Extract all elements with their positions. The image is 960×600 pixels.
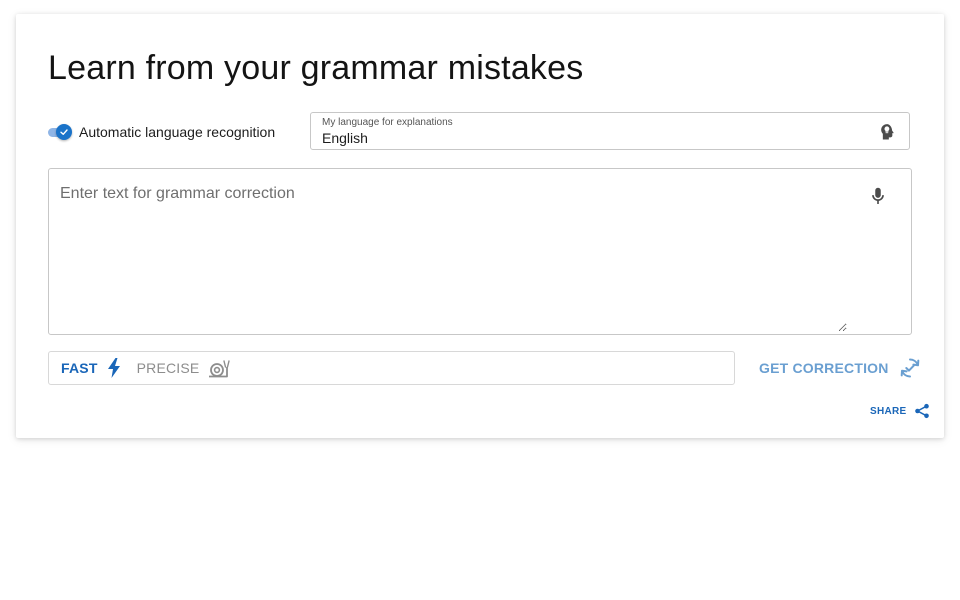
snail-icon <box>209 360 231 378</box>
toggle-switch[interactable] <box>48 124 72 140</box>
toggle-thumb <box>56 124 72 140</box>
share-icon <box>914 403 929 419</box>
toggle-label: Automatic language recognition <box>79 124 276 140</box>
share-label: SHARE <box>870 405 907 417</box>
grammar-text-box <box>48 168 912 335</box>
get-correction-label: GET CORRECTION <box>759 360 889 376</box>
fast-mode-label: FAST <box>61 360 98 376</box>
page-title: Learn from your grammar mistakes <box>48 49 584 87</box>
grammar-card: Learn from your grammar mistakes Automat… <box>16 14 944 438</box>
language-select-caption: My language for explanations <box>322 117 453 128</box>
microphone-icon[interactable] <box>867 185 889 207</box>
language-select-value: English <box>322 130 368 146</box>
head-lightbulb-icon <box>881 124 894 140</box>
correction-mode-bar: FAST PRECISE <box>48 351 735 385</box>
auto-language-toggle[interactable]: Automatic language recognition <box>48 120 275 144</box>
precise-mode-button[interactable]: PRECISE <box>133 352 243 384</box>
get-correction-button[interactable]: GET CORRECTION <box>759 354 922 382</box>
checkmark-icon <box>60 129 68 135</box>
lightning-icon <box>107 358 120 378</box>
explanation-language-select[interactable]: My language for explanations English <box>310 112 910 150</box>
fast-mode-button[interactable]: FAST <box>49 352 133 384</box>
sync-check-icon <box>900 358 919 378</box>
precise-mode-label: PRECISE <box>136 360 200 376</box>
share-button[interactable]: SHARE <box>870 402 930 420</box>
grammar-text-input[interactable] <box>49 169 847 332</box>
